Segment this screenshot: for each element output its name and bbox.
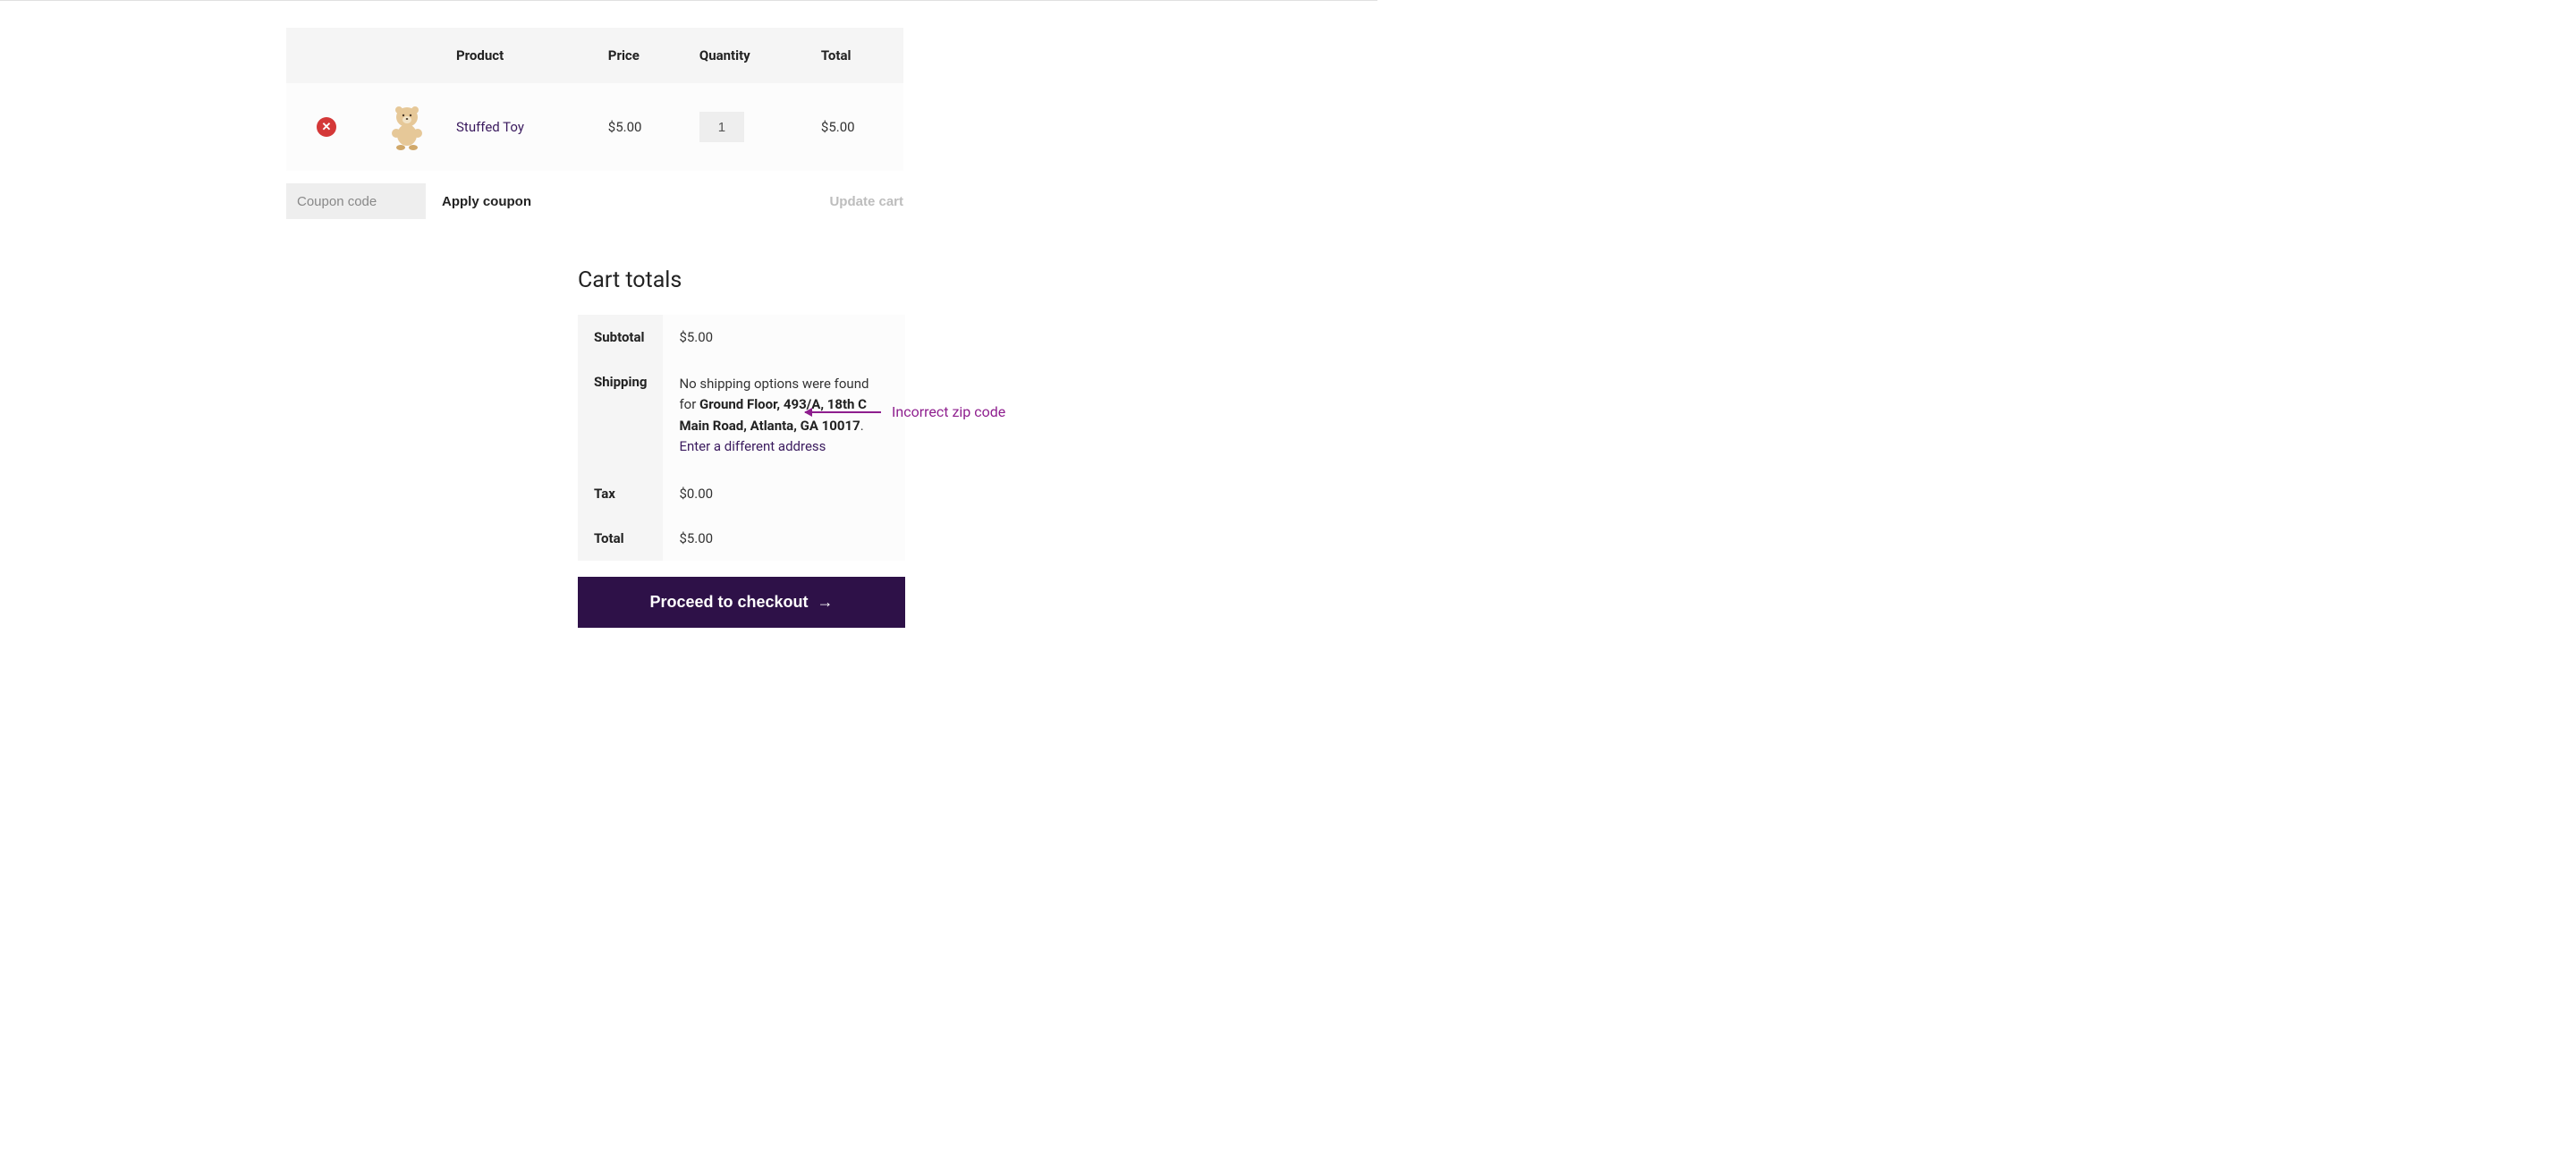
cart-table: Product Price Quantity Total ✕ bbox=[286, 28, 903, 171]
subtotal-label: Subtotal bbox=[578, 315, 663, 359]
shipping-address: Ground Floor, 493/A, 18th C Main Road, A… bbox=[679, 396, 867, 433]
total-value: $5.00 bbox=[663, 516, 905, 561]
cart-totals-table: Subtotal $5.00 Shipping No shipping opti… bbox=[578, 315, 905, 561]
item-price: $5.00 bbox=[599, 83, 691, 171]
shipping-label: Shipping bbox=[578, 359, 663, 471]
column-product: Product bbox=[447, 28, 599, 83]
item-total: $5.00 bbox=[812, 83, 903, 171]
cart-totals-section: Cart totals Subtotal $5.00 Shipping No s… bbox=[578, 267, 905, 628]
column-quantity: Quantity bbox=[691, 28, 812, 83]
quantity-input[interactable] bbox=[699, 112, 744, 142]
update-cart-button[interactable]: Update cart bbox=[829, 194, 903, 209]
product-name-link[interactable]: Stuffed Toy bbox=[456, 119, 524, 135]
apply-coupon-button[interactable]: Apply coupon bbox=[426, 194, 547, 209]
enter-different-address-link[interactable]: Enter a different address bbox=[679, 436, 826, 457]
proceed-to-checkout-button[interactable]: Proceed to checkout → bbox=[578, 577, 905, 628]
subtotal-value: $5.00 bbox=[663, 315, 905, 359]
cart-totals-heading: Cart totals bbox=[578, 267, 905, 293]
tax-value: $0.00 bbox=[663, 471, 905, 516]
shipping-message-suffix: . bbox=[860, 418, 864, 434]
column-total: Total bbox=[812, 28, 903, 83]
remove-item-button[interactable]: ✕ bbox=[317, 117, 336, 137]
tax-label: Tax bbox=[578, 471, 663, 516]
cart-actions-row: Apply coupon Update cart bbox=[286, 171, 903, 219]
column-price: Price bbox=[599, 28, 691, 83]
total-label: Total bbox=[578, 516, 663, 561]
column-thumbnail bbox=[367, 28, 447, 83]
annotation-text: Incorrect zip code bbox=[892, 403, 1005, 420]
coupon-code-input[interactable] bbox=[286, 183, 426, 219]
column-remove bbox=[286, 28, 367, 83]
arrow-right-icon: → bbox=[818, 593, 834, 612]
cart-row: ✕ bbox=[286, 83, 903, 171]
product-thumbnail[interactable] bbox=[386, 103, 428, 151]
checkout-button-label: Proceed to checkout bbox=[649, 593, 808, 612]
x-circle-icon: ✕ bbox=[322, 122, 332, 133]
